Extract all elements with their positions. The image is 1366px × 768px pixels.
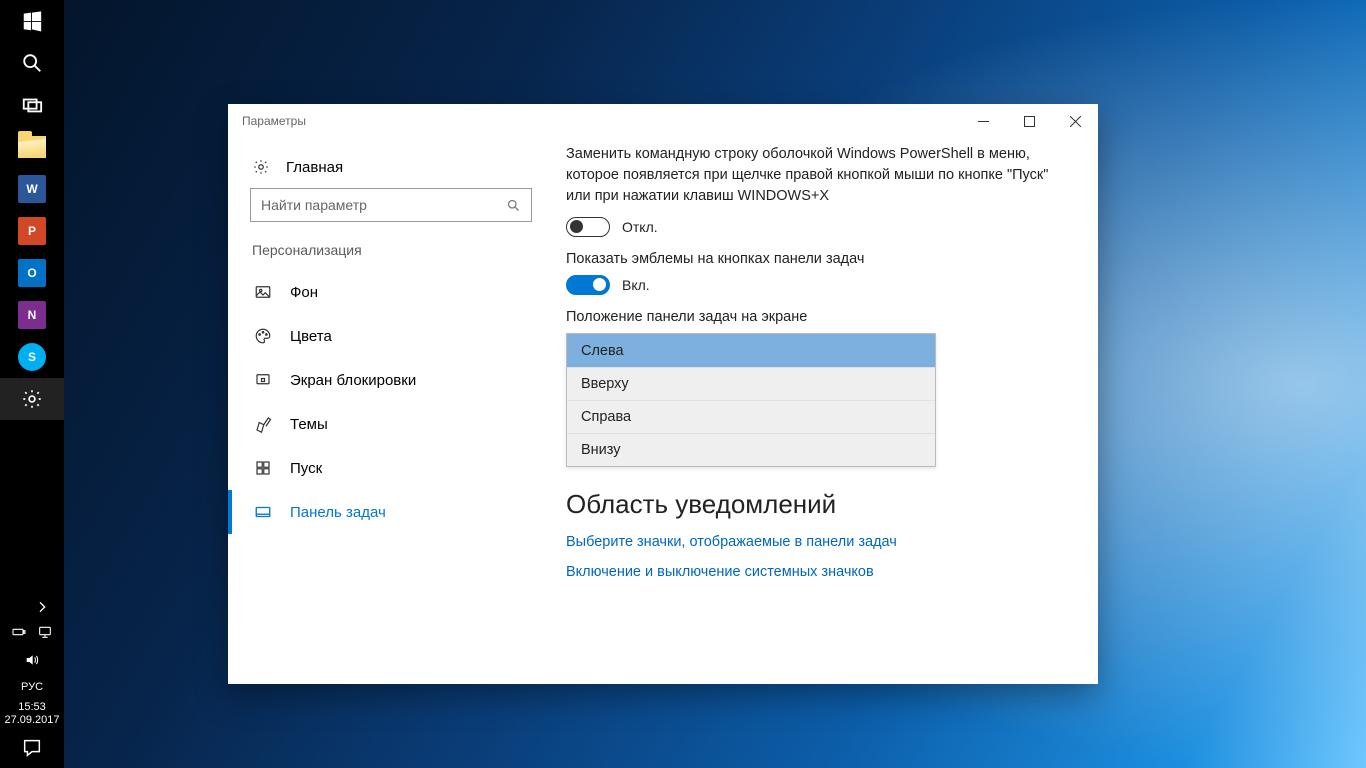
taskbar-position-heading: Положение панели задач на экране: [566, 309, 1072, 325]
sidebar-item-label: Пуск: [290, 460, 322, 477]
taskbar-app-skype[interactable]: S: [0, 336, 64, 378]
taskbar-icon: [254, 503, 272, 521]
maximize-icon: [1024, 116, 1035, 127]
sidebar-search-input[interactable]: Найти параметр: [250, 188, 532, 222]
search-icon: [506, 198, 521, 213]
taskbar-app-file-explorer[interactable]: [0, 126, 64, 168]
search-button[interactable]: [0, 42, 64, 84]
word-icon: W: [18, 175, 46, 203]
notification-area-heading: Область уведомлений: [566, 489, 1072, 520]
settings-window: Параметры Главная Найти параметр Перс: [228, 104, 1098, 684]
dropdown-option-top[interactable]: Вверху: [567, 367, 935, 400]
onenote-icon: N: [18, 301, 46, 329]
tray-network[interactable]: [37, 624, 53, 645]
outlook-icon: O: [18, 259, 46, 287]
taskbar-app-outlook[interactable]: O: [0, 252, 64, 294]
select-tray-icons-link[interactable]: Выберите значки, отображаемые в панели з…: [566, 534, 1072, 550]
search-icon: [21, 52, 43, 74]
picture-icon: [254, 283, 272, 301]
volume-icon: [24, 652, 40, 668]
dropdown-option-bottom[interactable]: Внизу: [567, 433, 935, 466]
powershell-toggle[interactable]: [566, 217, 610, 237]
tray-overflow-button[interactable]: [0, 593, 64, 621]
search-placeholder: Найти параметр: [261, 197, 367, 213]
taskbar-app-onenote[interactable]: N: [0, 294, 64, 336]
sidebar-item-lockscreen[interactable]: Экран блокировки: [228, 358, 558, 402]
close-icon: [1070, 116, 1081, 127]
palette-icon: [254, 327, 272, 345]
start-button[interactable]: [0, 0, 64, 42]
battery-icon: [11, 624, 27, 640]
sidebar-item-label: Фон: [290, 284, 318, 301]
toggle-state-label: Откл.: [622, 219, 658, 235]
task-view-button[interactable]: [0, 84, 64, 126]
settings-content: Заменить командную строку оболочкой Wind…: [558, 138, 1098, 684]
system-icons-link[interactable]: Включение и выключение системных значков: [566, 564, 1072, 580]
sidebar-section-title: Персонализация: [228, 240, 558, 270]
window-maximize-button[interactable]: [1006, 104, 1052, 138]
tray-date: 27.09.2017: [4, 714, 59, 728]
badges-heading: Показать эмблемы на кнопках панели задач: [566, 251, 1072, 267]
window-minimize-button[interactable]: [960, 104, 1006, 138]
window-titlebar[interactable]: Параметры: [228, 104, 1098, 138]
tray-language[interactable]: РУС: [21, 677, 43, 697]
dropdown-option-right[interactable]: Справа: [567, 400, 935, 433]
sidebar-item-label: Темы: [290, 416, 328, 433]
sidebar-item-start[interactable]: Пуск: [228, 446, 558, 490]
taskbar-app-powerpoint[interactable]: P: [0, 210, 64, 252]
taskbar-position-dropdown[interactable]: Слева Вверху Справа Внизу: [566, 333, 936, 467]
toggle-state-label: Вкл.: [622, 277, 650, 293]
sidebar-item-label: Цвета: [290, 328, 332, 345]
badges-toggle[interactable]: [566, 275, 610, 295]
network-icon: [37, 624, 53, 640]
tray-time: 15:53: [4, 701, 59, 715]
taskbar-app-word[interactable]: W: [0, 168, 64, 210]
taskbar: W P O N S РУС 15:53 27.09.20: [0, 0, 64, 768]
sidebar-item-themes[interactable]: Темы: [228, 402, 558, 446]
settings-sidebar: Главная Найти параметр Персонализация Фо…: [228, 138, 558, 684]
action-center-button[interactable]: [0, 732, 64, 764]
taskbar-app-settings[interactable]: [0, 378, 64, 420]
skype-icon: S: [18, 343, 46, 371]
window-close-button[interactable]: [1052, 104, 1098, 138]
powerpoint-icon: P: [18, 217, 46, 245]
sidebar-home-label: Главная: [286, 159, 343, 176]
tray-battery[interactable]: [11, 624, 27, 645]
window-title: Параметры: [242, 114, 306, 128]
sidebar-item-label: Экран блокировки: [290, 372, 416, 389]
sidebar-item-label: Панель задач: [290, 504, 386, 521]
gear-icon: [252, 158, 270, 176]
minimize-icon: [978, 116, 989, 127]
folder-icon: [18, 136, 46, 158]
start-icon: [254, 459, 272, 477]
tray-volume[interactable]: [24, 652, 40, 673]
tray-clock[interactable]: 15:53 27.09.2017: [4, 697, 59, 733]
gear-icon: [21, 388, 43, 410]
themes-icon: [254, 415, 272, 433]
powershell-description: Заменить командную строку оболочкой Wind…: [566, 144, 1066, 207]
sidebar-home[interactable]: Главная: [228, 148, 558, 188]
task-view-icon: [21, 94, 43, 116]
dropdown-option-left[interactable]: Слева: [567, 334, 935, 367]
lockscreen-icon: [254, 371, 272, 389]
sidebar-item-colors[interactable]: Цвета: [228, 314, 558, 358]
windows-icon: [21, 10, 43, 32]
chevron-right-icon: [34, 599, 50, 615]
notification-icon: [21, 737, 43, 759]
sidebar-item-taskbar[interactable]: Панель задач: [228, 490, 558, 534]
sidebar-item-background[interactable]: Фон: [228, 270, 558, 314]
